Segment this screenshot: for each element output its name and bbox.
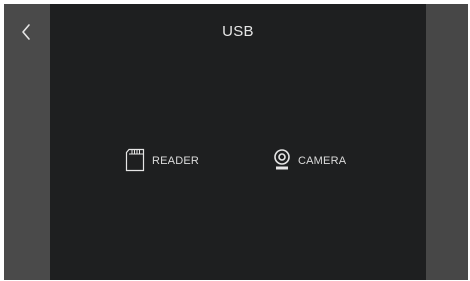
main-panel: USB READER CAMERA	[50, 4, 426, 280]
usb-screen: USB READER CAMERA	[4, 4, 468, 280]
right-rail	[426, 4, 468, 280]
chevron-left-icon	[22, 24, 30, 40]
camera-label: CAMERA	[298, 155, 347, 167]
reader-label: READER	[152, 155, 200, 167]
webcam-icon	[272, 148, 292, 172]
left-rail	[4, 4, 50, 280]
page-title: USB	[222, 23, 254, 40]
reader-option[interactable]: READER	[124, 148, 199, 172]
back-button[interactable]	[14, 18, 38, 46]
camera-option[interactable]: CAMERA	[272, 148, 346, 172]
sd-card-icon	[124, 148, 146, 172]
